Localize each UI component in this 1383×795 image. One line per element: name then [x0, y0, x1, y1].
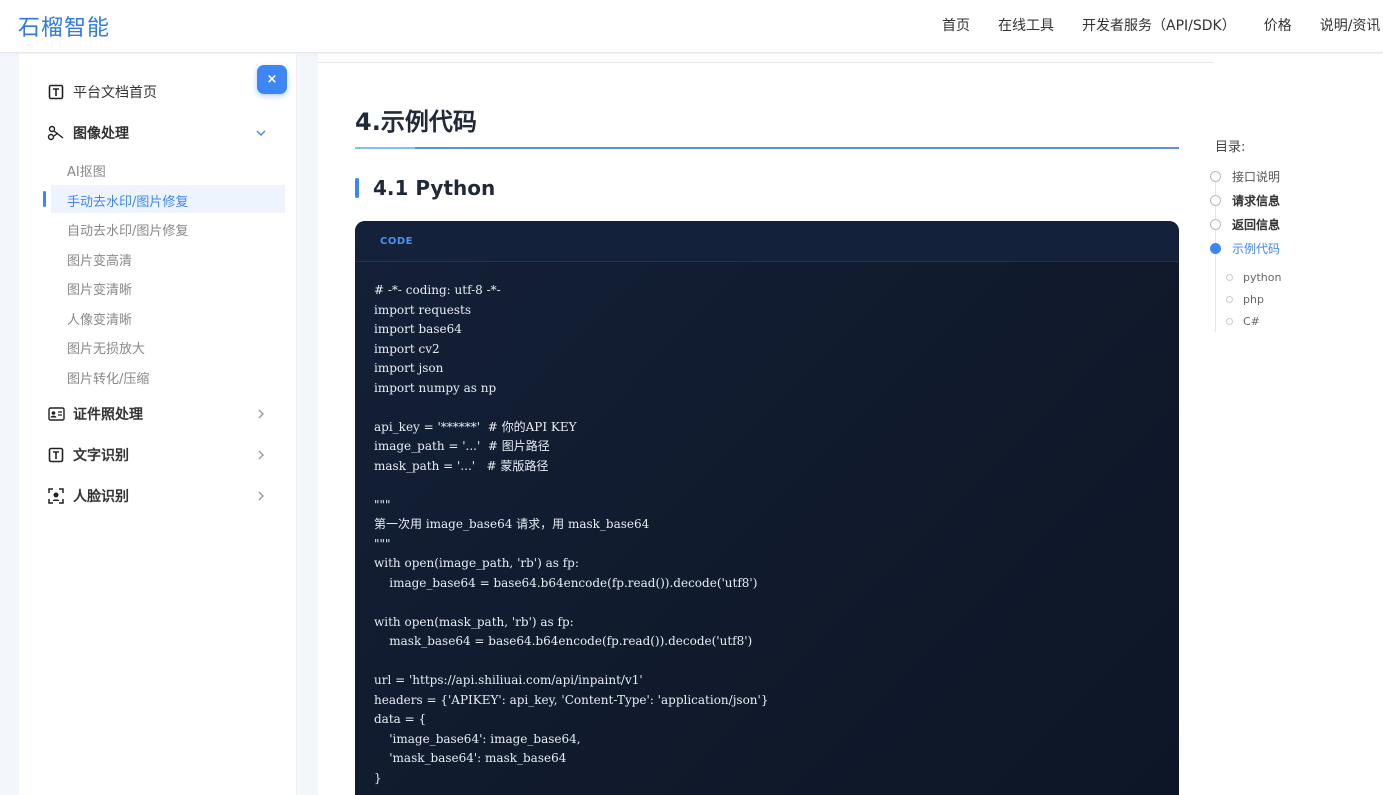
toc-item-sample-code[interactable]: 示例代码 — [1210, 239, 1280, 257]
sidebar-item-label: 平台文档首页 — [73, 85, 157, 101]
section-title-underline-accent — [355, 147, 415, 149]
divider — [318, 62, 1214, 63]
active-item-indicator — [43, 191, 46, 207]
code-line: """ — [374, 497, 391, 512]
sidebar-item-face-recognition[interactable]: 人脸识别 — [47, 484, 129, 508]
sidebar-subitem-upscale[interactable]: 图片无损放大 — [67, 335, 145, 359]
sidebar-subitem-sharpen[interactable]: 图片变清晰 — [67, 276, 132, 300]
section-title-underline — [355, 147, 1179, 149]
toc-subitem-python[interactable]: python — [1226, 269, 1281, 285]
top-navbar: 石榴智能 首页 在线工具 开发者服务（API/SDK） 价格 说明/资讯 — [0, 0, 1383, 53]
toc-dot-active — [1210, 242, 1221, 254]
site-logo[interactable]: 石榴智能 — [18, 10, 110, 42]
toc-item-label: 返回信息 — [1232, 217, 1281, 232]
code-text[interactable]: # -*- coding: utf-8 -*- import requests im… — [374, 281, 768, 788]
docs-sidebar: × 平台文档首页 图像处理 AI抠图 手动去水印/图片修复 自动去水印/图片修复… — [19, 54, 297, 795]
toc-dot — [1210, 194, 1221, 206]
code-line: image_base64 = base64.b64encode(fp.read(… — [374, 575, 758, 590]
code-line: # -*- coding: utf-8 -*- — [374, 283, 501, 297]
doc-t-icon — [47, 83, 65, 101]
toc-dot — [1210, 170, 1221, 182]
code-line: image_path = '...' # 图片路径 — [374, 439, 550, 453]
toc-item-label: 接口说明 — [1232, 169, 1281, 184]
code-language-tag: CODE — [380, 236, 413, 247]
code-line: with open(mask_path, 'rb') as fp: — [374, 614, 574, 629]
toc-title: 目录: — [1215, 140, 1246, 155]
chevron-right-icon[interactable] — [255, 449, 267, 461]
sidebar-item-label: 人脸识别 — [73, 489, 129, 505]
code-line: import json — [374, 361, 444, 375]
nav-home[interactable]: 首页 — [942, 15, 970, 35]
code-line: data = { — [374, 712, 427, 726]
toc-item-api-description[interactable]: 接口说明 — [1210, 167, 1280, 185]
sidebar-item-docs-home[interactable]: 平台文档首页 — [47, 80, 157, 104]
sidebar-subitem-hd[interactable]: 图片变高清 — [67, 247, 132, 271]
sidebar-subitem-portrait[interactable]: 人像变清晰 — [67, 306, 132, 330]
toc-subitem-label: php — [1243, 292, 1264, 306]
sidebar-item-label: 证件照处理 — [73, 407, 143, 423]
code-line: with open(image_path, 'rb') as fp: — [374, 556, 579, 570]
toc-dot — [1226, 295, 1233, 303]
nav-developer-services[interactable]: 开发者服务（API/SDK） — [1082, 15, 1236, 35]
code-line: headers = {'APIKEY': api_key, 'Content-T… — [374, 692, 769, 707]
sidebar-item-ocr[interactable]: 文字识别 — [47, 443, 129, 467]
id-card-icon — [47, 405, 65, 423]
sidebar-item-label: 图像处理 — [73, 126, 129, 142]
section-title: 4.示例代码 — [355, 108, 477, 136]
code-line: mask_path = '...' # 蒙版路径 — [374, 458, 549, 473]
toc-item-request-info[interactable]: 请求信息 — [1210, 191, 1280, 209]
sidebar-close-button[interactable]: × — [257, 65, 287, 94]
nav-pricing[interactable]: 价格 — [1264, 15, 1292, 35]
toc-item-label: 请求信息 — [1232, 193, 1281, 208]
toc-item-label: 示例代码 — [1232, 241, 1281, 256]
chevron-right-icon[interactable] — [255, 408, 267, 420]
code-line: 'image_base64': image_base64, — [374, 731, 581, 746]
code-line: import base64 — [374, 322, 462, 336]
code-block-header: CODE — [355, 221, 1179, 262]
toc-item-response-info[interactable]: 返回信息 — [1210, 215, 1280, 233]
sidebar-item-image-processing[interactable]: 图像处理 — [47, 121, 129, 145]
sidebar-item-label: 文字识别 — [73, 448, 129, 464]
doc-content: 4.示例代码 4.1 Python CODE # -*- coding: utf… — [318, 54, 1383, 795]
nav-online-tools[interactable]: 在线工具 — [998, 15, 1054, 35]
chevron-down-icon[interactable] — [255, 127, 267, 139]
sidebar-subitem-manual-watermark[interactable]: 手动去水印/图片修复 — [67, 188, 188, 212]
chevron-right-icon[interactable] — [255, 490, 267, 502]
code-block[interactable]: CODE # -*- coding: utf-8 -*- import reque… — [355, 221, 1179, 795]
code-line: import cv2 — [374, 341, 440, 356]
code-line: } — [374, 770, 382, 785]
code-line: mask_base64 = base64.b64encode(fp.read()… — [374, 634, 753, 648]
sidebar-subitem-convert[interactable]: 图片转化/压缩 — [67, 365, 149, 389]
sidebar-subitem-ai-cutout[interactable]: AI抠图 — [67, 158, 106, 182]
toc-subitem-csharp[interactable]: C# — [1226, 313, 1260, 329]
code-line: api_key = '******' # 你的API KEY — [374, 419, 577, 434]
toc-subitem-php[interactable]: php — [1226, 291, 1264, 307]
text-t-icon — [47, 446, 65, 464]
toc-dot — [1210, 218, 1221, 230]
code-line: 第一次用 image_base64 请求，用 mask_base64 — [374, 517, 650, 531]
code-line: 'mask_base64': mask_base64 — [374, 751, 567, 765]
face-scan-icon — [47, 487, 65, 505]
code-line: url = 'https://api.shiliuai.com/api/inpa… — [374, 673, 643, 687]
sidebar-item-id-photo[interactable]: 证件照处理 — [47, 402, 143, 426]
subsection-marker — [355, 178, 359, 198]
code-line: import requests — [374, 302, 471, 317]
image-process-icon — [47, 124, 65, 142]
subsection-title: 4.1 Python — [373, 176, 496, 200]
sidebar-subitem-auto-watermark[interactable]: 自动去水印/图片修复 — [67, 217, 188, 241]
code-line: import numpy as np — [374, 380, 497, 395]
nav-docs-news[interactable]: 说明/资讯 — [1320, 15, 1381, 35]
toc-dot — [1226, 317, 1233, 325]
code-line: """ — [374, 536, 391, 551]
main-nav: 首页 在线工具 开发者服务（API/SDK） 价格 说明/资讯 — [942, 15, 1380, 35]
toc-subitem-label: C# — [1243, 314, 1260, 328]
toc-dot — [1226, 273, 1233, 281]
toc-subitem-label: python — [1243, 270, 1282, 284]
